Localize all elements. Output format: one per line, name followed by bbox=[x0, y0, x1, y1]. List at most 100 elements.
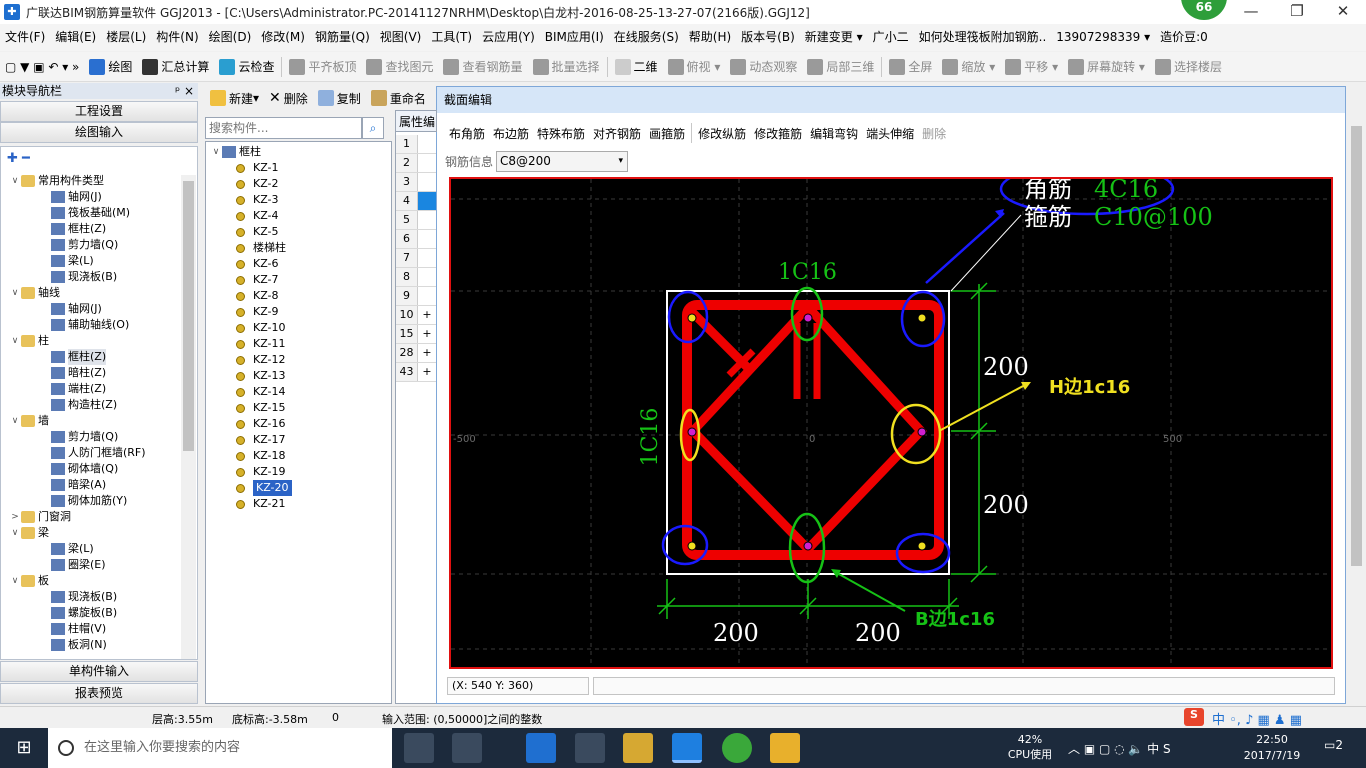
tree-root-frame-column[interactable]: ∨ 框柱 bbox=[206, 144, 391, 160]
tree-item[interactable]: 暗梁(A) bbox=[1, 477, 197, 493]
component-list-item[interactable]: KZ-8 bbox=[206, 288, 391, 304]
tree-item[interactable]: 辅助轴线(O) bbox=[1, 317, 197, 333]
toolbar-button[interactable]: 俯视 ▾ bbox=[663, 58, 726, 75]
component-list-item[interactable]: KZ-5 bbox=[206, 224, 391, 240]
menu-item[interactable]: 造价豆:0 bbox=[1155, 24, 1213, 51]
menu-item[interactable]: 版本号(B) bbox=[736, 24, 800, 51]
tree-folder[interactable]: ∨ 轴线 bbox=[1, 285, 197, 301]
dialog-tool-button[interactable]: 修改纵筋 bbox=[694, 125, 750, 142]
close-button[interactable]: ✕ bbox=[1320, 0, 1366, 24]
component-list-item[interactable]: KZ-17 bbox=[206, 432, 391, 448]
app-icon-3[interactable] bbox=[770, 733, 800, 763]
delete-button[interactable]: ✕ 删除 bbox=[264, 90, 313, 107]
tree-item[interactable]: 现浇板(B) bbox=[1, 589, 197, 605]
tree-item[interactable]: 砌体墙(Q) bbox=[1, 461, 197, 477]
rename-button[interactable]: 重命名 bbox=[366, 90, 431, 107]
property-row[interactable]: 8 bbox=[396, 268, 436, 287]
windows-start-icon[interactable]: ⊞ bbox=[0, 728, 48, 768]
app-icon[interactable] bbox=[452, 733, 482, 763]
toolbar-button[interactable]: 批量选择 bbox=[528, 58, 605, 75]
dialog-tool-button[interactable]: 修改箍筋 bbox=[750, 125, 806, 142]
toolbar-button[interactable]: 查找图元 bbox=[361, 58, 438, 75]
dialog-tool-button[interactable]: 布角筋 bbox=[445, 125, 489, 142]
pin-close-icon[interactable]: ᵖ × bbox=[175, 83, 194, 99]
toolbar-button[interactable]: 动态观察 bbox=[725, 58, 802, 75]
toolbar-button[interactable]: 绘图 bbox=[84, 58, 137, 75]
menu-item[interactable]: 在线服务(S) bbox=[609, 24, 684, 51]
property-row[interactable]: 9 bbox=[396, 287, 436, 306]
tree-item[interactable]: 人防门框墙(RF) bbox=[1, 445, 197, 461]
section-drawing[interactable]: -500 0 500 角筋 4C16 箍筋 C10@100 1C16 1C16 … bbox=[451, 162, 1331, 667]
minimize-button[interactable]: — bbox=[1228, 0, 1274, 24]
toolbar-button[interactable]: 云检查 bbox=[214, 58, 279, 75]
tree-item[interactable]: 构造柱(Z) bbox=[1, 397, 197, 413]
tree-folder[interactable]: > 门窗洞 bbox=[1, 509, 197, 525]
tree-item[interactable]: 暗柱(Z) bbox=[1, 365, 197, 381]
tree-item[interactable]: 筏板基础(M) bbox=[1, 205, 197, 221]
component-list-item[interactable]: KZ-18 bbox=[206, 448, 391, 464]
tree-item[interactable]: 框柱(Z) bbox=[1, 221, 197, 237]
tree-item[interactable]: 框柱(Z) bbox=[1, 349, 197, 365]
menu-item[interactable]: 编辑(E) bbox=[50, 24, 101, 51]
menu-item[interactable]: 钢筋量(Q) bbox=[310, 24, 375, 51]
tree-item[interactable]: 剪力墙(Q) bbox=[1, 237, 197, 253]
app-icon-2[interactable] bbox=[722, 733, 752, 763]
menu-item[interactable]: 文件(F) bbox=[0, 24, 50, 51]
dialog-tool-button[interactable]: 编辑弯钩 bbox=[806, 125, 862, 142]
toolbar-button[interactable]: 汇总计算 bbox=[137, 58, 214, 75]
explorer-icon[interactable] bbox=[623, 733, 653, 763]
project-settings-button[interactable]: 工程设置 bbox=[0, 101, 198, 122]
menu-item[interactable]: 修改(M) bbox=[256, 24, 310, 51]
tree-item[interactable]: 螺旋板(B) bbox=[1, 605, 197, 621]
notification-icon[interactable]: ▭2 bbox=[1324, 738, 1343, 752]
component-list-item[interactable]: KZ-15 bbox=[206, 400, 391, 416]
tree-item[interactable]: 圈梁(E) bbox=[1, 557, 197, 573]
maximize-button[interactable]: ❐ bbox=[1274, 0, 1320, 24]
component-list-item[interactable]: KZ-10 bbox=[206, 320, 391, 336]
tree-folder[interactable]: ∨ 柱 bbox=[1, 333, 197, 349]
tree-item[interactable]: 轴网(J) bbox=[1, 301, 197, 317]
tree-folder[interactable]: ∨ 墙 bbox=[1, 413, 197, 429]
toolbar-button[interactable]: 全屏 bbox=[884, 58, 937, 75]
component-list-item[interactable]: KZ-16 bbox=[206, 416, 391, 432]
tree-item[interactable]: 剪力墙(Q) bbox=[1, 429, 197, 445]
toolbar-button[interactable]: 选择楼层 bbox=[1150, 58, 1227, 75]
rebar-info-select[interactable]: C8@200 ▾ bbox=[496, 150, 629, 172]
toolbar-button[interactable]: 查看钢筋量 bbox=[438, 58, 527, 75]
search-input[interactable]: 搜索构件... bbox=[205, 117, 362, 139]
taskview-icon[interactable] bbox=[404, 733, 434, 763]
property-row[interactable]: 28 + bbox=[396, 344, 436, 363]
tree-folder[interactable]: ∨ 常用构件类型 bbox=[1, 173, 197, 189]
drawing-input-button[interactable]: 绘图输入 bbox=[0, 122, 198, 143]
component-list-item[interactable]: KZ-3 bbox=[206, 192, 391, 208]
menu-item[interactable]: 帮助(H) bbox=[684, 24, 736, 51]
store-icon[interactable] bbox=[575, 733, 605, 763]
menu-item[interactable]: 新建变更 ▾ bbox=[800, 24, 868, 51]
toolbar-button[interactable]: 平移 ▾ bbox=[1000, 58, 1063, 75]
dialog-tool-button[interactable]: 端头伸缩 bbox=[862, 125, 918, 142]
menu-item[interactable]: 工具(T) bbox=[426, 24, 477, 51]
tree-item[interactable]: 轴网(J) bbox=[1, 189, 197, 205]
toolbar-button[interactable]: 局部三维 bbox=[802, 58, 879, 75]
property-row[interactable]: 6 bbox=[396, 230, 436, 249]
component-list-item[interactable]: KZ-11 bbox=[206, 336, 391, 352]
menu-item[interactable]: 广小二 bbox=[868, 24, 914, 51]
property-row[interactable]: 10 + bbox=[396, 306, 436, 325]
property-row[interactable]: 43 + bbox=[396, 363, 436, 382]
component-list-item[interactable]: KZ-7 bbox=[206, 272, 391, 288]
menu-item[interactable]: 构件(N) bbox=[151, 24, 203, 51]
property-row[interactable]: 1 bbox=[396, 135, 436, 154]
dialog-tool-button[interactable]: 布边筋 bbox=[489, 125, 533, 142]
edge-icon[interactable] bbox=[526, 733, 556, 763]
property-row[interactable]: 4 bbox=[396, 192, 436, 211]
menu-item[interactable]: 云应用(Y) bbox=[477, 24, 540, 51]
toolbar-button[interactable]: 二维 bbox=[610, 58, 663, 75]
section-canvas[interactable]: -500 0 500 角筋 4C16 箍筋 C10@100 1C16 1C16 … bbox=[449, 162, 1333, 669]
menu-item[interactable]: 楼层(L) bbox=[101, 24, 151, 51]
expand-collapse-icons[interactable]: ✚ ━ bbox=[1, 147, 197, 173]
file-toolbar-icons[interactable]: ▢ ▼ ▣ ↶ ▾ » bbox=[0, 60, 84, 74]
toolbar-button[interactable]: 平齐板顶 bbox=[284, 58, 361, 75]
toolbar-button[interactable]: 屏幕旋转 ▾ bbox=[1063, 58, 1150, 75]
tree-folder[interactable]: ∨ 板 bbox=[1, 573, 197, 589]
tree-item[interactable]: 板洞(N) bbox=[1, 637, 197, 653]
